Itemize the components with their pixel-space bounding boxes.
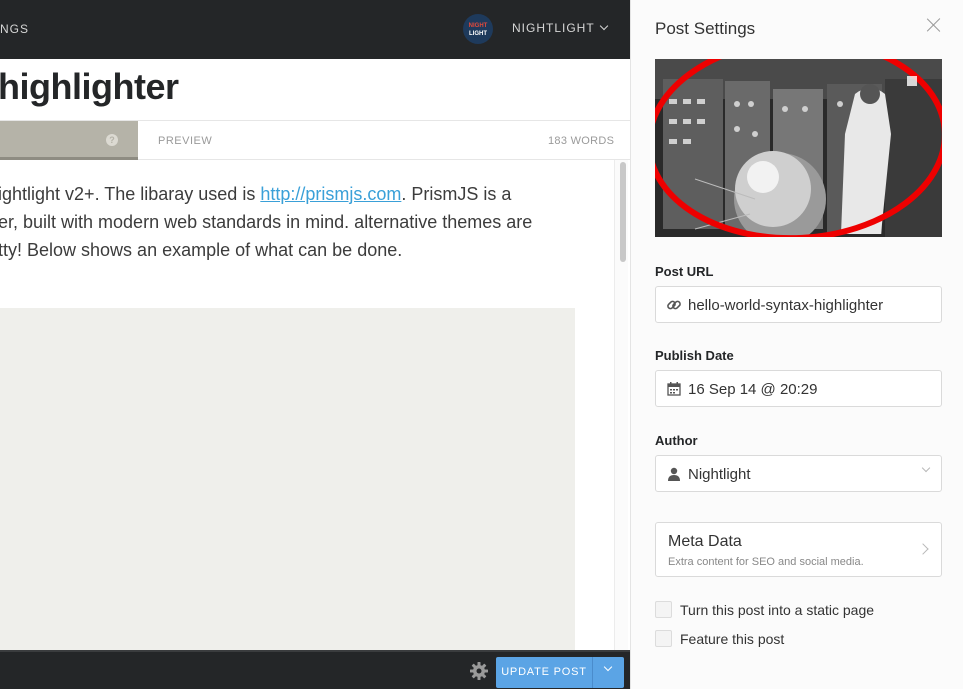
chevron-down-icon	[603, 662, 613, 672]
publish-date-value: 16 Sep 14 @ 20:29	[688, 381, 818, 398]
update-post-button[interactable]: UPDATE POST	[496, 657, 592, 688]
user-menu-dropdown[interactable]: NIGHTLIGHT	[512, 21, 608, 35]
calendar-icon	[667, 382, 681, 396]
preview-text-span: . PrismJS is a	[401, 184, 512, 204]
tab-preview[interactable]: PREVIEW	[158, 135, 212, 147]
meta-data-title: Meta Data	[668, 533, 742, 550]
chevron-right-icon	[917, 543, 929, 555]
post-title[interactable]: highlighter	[0, 66, 179, 108]
post-url-label: Post URL	[655, 264, 714, 279]
ghost-editor-app: NGS NIGHT LIGHT NIGHTLIGHT highlighter ?…	[0, 0, 963, 689]
update-post-button-group: UPDATE POST	[496, 657, 624, 688]
post-settings-panel: Post Settings Post URL hello-world-synta…	[630, 0, 963, 689]
feature-post-checkbox[interactable]	[655, 630, 672, 647]
tab-markdown[interactable]: ?	[0, 121, 138, 160]
preview-text-span: ightlight v2+. The libaray used is	[0, 184, 261, 204]
meta-data-description: Extra content for SEO and social media.	[668, 556, 864, 568]
meta-data-button[interactable]: Meta Data Extra content for SEO and soci…	[655, 522, 942, 577]
scrollbar-thumb[interactable]	[620, 162, 626, 262]
top-navigation-bar: NGS NIGHT LIGHT NIGHTLIGHT	[0, 0, 630, 59]
static-page-checkbox[interactable]	[655, 601, 672, 618]
preview-content: ightlight v2+. The libaray used is http:…	[0, 160, 614, 650]
preview-line: ightlight v2+. The libaray used is http:…	[0, 180, 558, 208]
author-select[interactable]: Nightlight	[655, 455, 942, 492]
publish-date-field[interactable]: 16 Sep 14 @ 20:29	[655, 370, 942, 407]
static-page-label: Turn this post into a static page	[680, 601, 875, 618]
post-url-value: hello-world-syntax-highlighter	[688, 297, 884, 314]
user-menu-label: NIGHTLIGHT	[512, 21, 595, 35]
blog-logo-text-top: NIGHT	[468, 23, 488, 29]
remove-image-icon[interactable]	[907, 76, 917, 86]
prismjs-link[interactable]: http://prismjs.com	[260, 184, 401, 204]
feature-post-label: Feature this post	[680, 630, 785, 647]
editor-tabs: ? PREVIEW 183 WORDS	[0, 120, 630, 160]
chevron-down-icon	[599, 21, 608, 31]
nav-settings-link[interactable]: NGS	[0, 22, 29, 36]
editor-pane: NGS NIGHT LIGHT NIGHTLIGHT highlighter ?…	[0, 0, 630, 689]
feature-image[interactable]	[655, 59, 942, 237]
settings-title: Post Settings	[655, 19, 756, 38]
publish-options-toggle[interactable]	[592, 657, 624, 688]
feature-post-option[interactable]: Feature this post	[655, 630, 784, 647]
chevron-down-icon	[921, 463, 931, 473]
preview-line: tty! Below shows an example of what can …	[0, 240, 403, 260]
preview-scrollbar[interactable]	[614, 160, 628, 650]
code-block	[0, 308, 575, 650]
blog-logo[interactable]: NIGHT LIGHT	[463, 14, 493, 44]
word-count: 183 WORDS	[548, 135, 615, 147]
static-page-option[interactable]: Turn this post into a static page	[655, 601, 874, 618]
preview-paragraph: ightlight v2+. The libaray used is http:…	[0, 180, 558, 264]
link-icon	[667, 300, 681, 310]
close-icon[interactable]	[925, 16, 943, 34]
author-value: Nightlight	[688, 466, 751, 483]
gear-icon[interactable]	[469, 661, 489, 681]
publish-date-label: Publish Date	[655, 348, 734, 363]
preview-line: er, built with modern web standards in m…	[0, 212, 533, 232]
author-label: Author	[655, 433, 698, 448]
user-icon	[668, 467, 680, 481]
blog-logo-text-bottom: LIGHT	[469, 31, 487, 37]
post-url-field[interactable]: hello-world-syntax-highlighter	[655, 286, 942, 323]
help-icon[interactable]: ?	[106, 134, 118, 146]
publish-bar: UPDATE POST	[0, 650, 630, 689]
